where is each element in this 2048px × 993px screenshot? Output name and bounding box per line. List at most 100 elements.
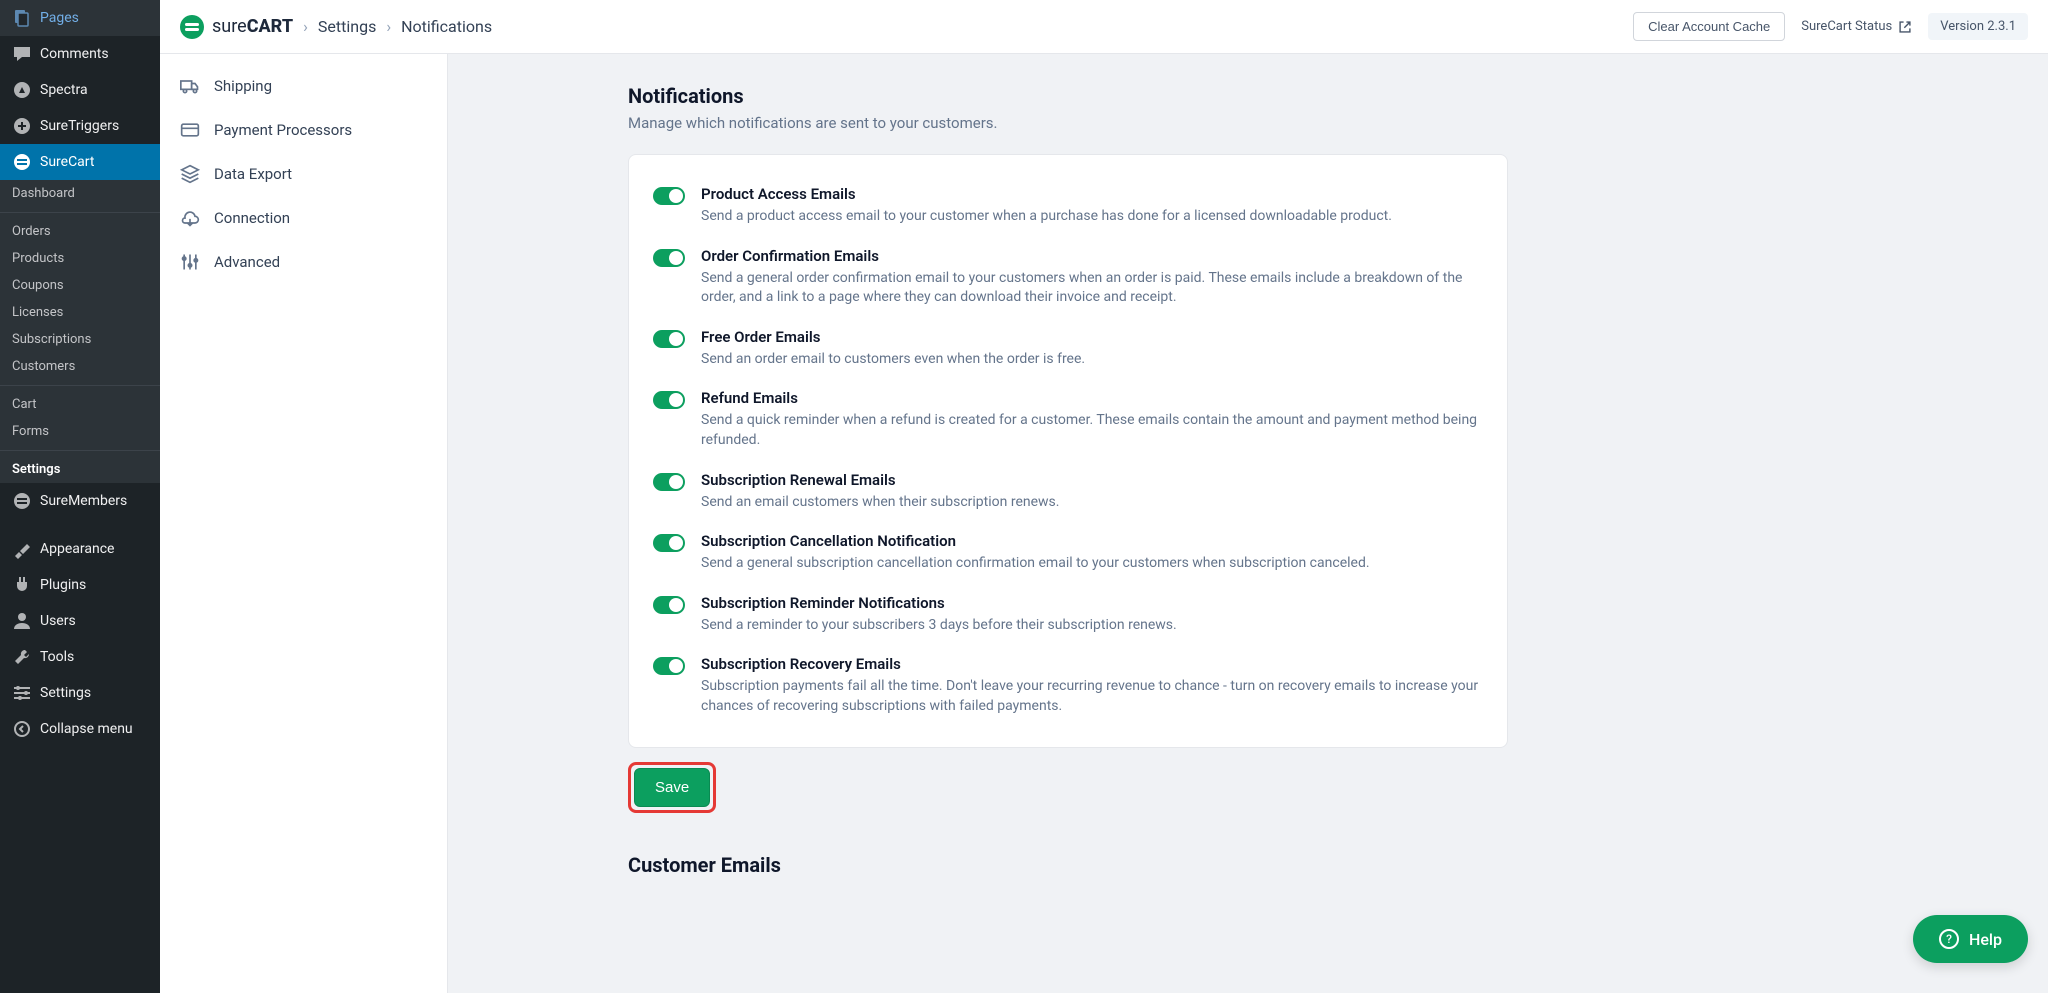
notification-body: Subscription Recovery Emails Subscriptio…: [701, 655, 1483, 716]
notification-body: Free Order Emails Send an order email to…: [701, 328, 1483, 370]
submenu-cart[interactable]: Cart: [0, 391, 160, 418]
layers-icon: [180, 164, 200, 184]
save-highlight: Save: [628, 762, 716, 813]
sidebar-item-suretriggers[interactable]: SureTriggers: [0, 108, 160, 144]
notification-desc: Send a general subscription cancellation…: [701, 554, 1483, 574]
cloud-icon: [180, 208, 200, 228]
notification-row: Subscription Cancellation Notification S…: [653, 522, 1483, 584]
toggle-switch[interactable]: [653, 187, 685, 205]
notification-row: Subscription Renewal Emails Send an emai…: [653, 461, 1483, 523]
submenu-dashboard[interactable]: Dashboard: [0, 180, 160, 207]
surecart-status-link[interactable]: SureCart Status: [1801, 19, 1912, 34]
settings-item-connection[interactable]: Connection: [160, 196, 447, 240]
toggle-switch[interactable]: [653, 657, 685, 675]
sidebar-item-tools[interactable]: Tools: [0, 639, 160, 675]
settings-label: Payment Processors: [214, 121, 352, 139]
topbar-right: Clear Account Cache SureCart Status Vers…: [1633, 12, 2028, 41]
submenu-forms[interactable]: Forms: [0, 418, 160, 445]
plug-icon: [12, 575, 32, 595]
brush-icon: [12, 539, 32, 559]
toggle-switch[interactable]: [653, 473, 685, 491]
notification-title: Subscription Reminder Notifications: [701, 594, 1483, 612]
sliders-icon: [180, 252, 200, 272]
brand[interactable]: sureCART: [180, 15, 293, 39]
sidebar-label: SureMembers: [40, 493, 127, 509]
submenu-subscriptions[interactable]: Subscriptions: [0, 326, 160, 353]
notification-row: Refund Emails Send a quick reminder when…: [653, 379, 1483, 460]
sidebar-item-surecart[interactable]: SureCart: [0, 144, 160, 180]
sidebar-label: SureTriggers: [40, 118, 119, 134]
submenu-orders[interactable]: Orders: [0, 218, 160, 245]
surecart-icon: [12, 152, 32, 172]
brand-bold: CART: [247, 16, 293, 37]
notification-desc: Send a reminder to your subscribers 3 da…: [701, 616, 1483, 636]
sidebar-label: Pages: [40, 10, 79, 26]
sidebar-item-pages[interactable]: Pages: [0, 0, 160, 36]
sidebar-label: Users: [40, 613, 76, 629]
sidebar-item-collapse[interactable]: Collapse menu: [0, 711, 160, 747]
sidebar-item-settings[interactable]: Settings: [0, 675, 160, 711]
notification-desc: Send a quick reminder when a refund is c…: [701, 411, 1483, 450]
notification-desc: Send an order email to customers even wh…: [701, 350, 1483, 370]
pages-icon: [12, 8, 32, 28]
card-icon: [180, 120, 200, 140]
spectra-icon: [12, 80, 32, 100]
submenu-products[interactable]: Products: [0, 245, 160, 272]
notification-title: Product Access Emails: [701, 185, 1483, 203]
help-button[interactable]: ? Help: [1913, 915, 2028, 963]
notification-desc: Subscription payments fail all the time.…: [701, 677, 1483, 716]
customer-emails-section: Customer Emails: [628, 853, 1508, 877]
toggle-switch[interactable]: [653, 249, 685, 267]
sidebar-item-plugins[interactable]: Plugins: [0, 567, 160, 603]
settings-sidebar: Shipping Payment Processors Data Export …: [160, 54, 448, 993]
settings-item-advanced[interactable]: Advanced: [160, 240, 447, 284]
notification-title: Subscription Recovery Emails: [701, 655, 1483, 673]
suretriggers-icon: [12, 116, 32, 136]
submenu-settings[interactable]: Settings: [0, 456, 160, 483]
notification-desc: Send a product access email to your cust…: [701, 207, 1483, 227]
sidebar-item-spectra[interactable]: Spectra: [0, 72, 160, 108]
sidebar-item-appearance[interactable]: Appearance: [0, 531, 160, 567]
settings-item-shipping[interactable]: Shipping: [160, 64, 447, 108]
notification-row: Subscription Recovery Emails Subscriptio…: [653, 645, 1483, 726]
submenu-coupons[interactable]: Coupons: [0, 272, 160, 299]
sidebar-item-comments[interactable]: Comments: [0, 36, 160, 72]
suremembers-icon: [12, 491, 32, 511]
settings-item-payment[interactable]: Payment Processors: [160, 108, 447, 152]
save-button[interactable]: Save: [634, 768, 710, 807]
sidebar-item-users[interactable]: Users: [0, 603, 160, 639]
notification-body: Refund Emails Send a quick reminder when…: [701, 389, 1483, 450]
breadcrumb-settings[interactable]: Settings: [318, 17, 376, 36]
notification-title: Subscription Cancellation Notification: [701, 532, 1483, 550]
toggle-switch[interactable]: [653, 534, 685, 552]
notification-body: Product Access Emails Send a product acc…: [701, 185, 1483, 227]
notification-desc: Send an email customers when their subsc…: [701, 493, 1483, 513]
notification-desc: Send a general order confirmation email …: [701, 269, 1483, 308]
notification-body: Order Confirmation Emails Send a general…: [701, 247, 1483, 308]
toggle-switch[interactable]: [653, 391, 685, 409]
sidebar-item-suremembers[interactable]: SureMembers: [0, 483, 160, 519]
clear-cache-button[interactable]: Clear Account Cache: [1633, 12, 1785, 41]
settings-label: Data Export: [214, 165, 292, 183]
sidebar-label: Appearance: [40, 541, 114, 557]
settings-label: Connection: [214, 209, 290, 227]
toggle-switch[interactable]: [653, 330, 685, 348]
notification-title: Order Confirmation Emails: [701, 247, 1483, 265]
help-icon: ?: [1939, 929, 1959, 949]
help-label: Help: [1969, 930, 2002, 949]
submenu-licenses[interactable]: Licenses: [0, 299, 160, 326]
notification-body: Subscription Cancellation Notification S…: [701, 532, 1483, 574]
submenu-customers[interactable]: Customers: [0, 353, 160, 380]
main-content: Notifications Manage which notifications…: [448, 54, 1548, 963]
collapse-icon: [12, 719, 32, 739]
notification-row: Free Order Emails Send an order email to…: [653, 318, 1483, 380]
submenu-separator: [0, 385, 160, 386]
sidebar-label: Plugins: [40, 577, 86, 593]
notification-body: Subscription Reminder Notifications Send…: [701, 594, 1483, 636]
settings-item-export[interactable]: Data Export: [160, 152, 447, 196]
notification-title: Subscription Renewal Emails: [701, 471, 1483, 489]
toggle-switch[interactable]: [653, 596, 685, 614]
notification-title: Refund Emails: [701, 389, 1483, 407]
surecart-logo-icon: [180, 15, 204, 39]
comment-icon: [12, 44, 32, 64]
